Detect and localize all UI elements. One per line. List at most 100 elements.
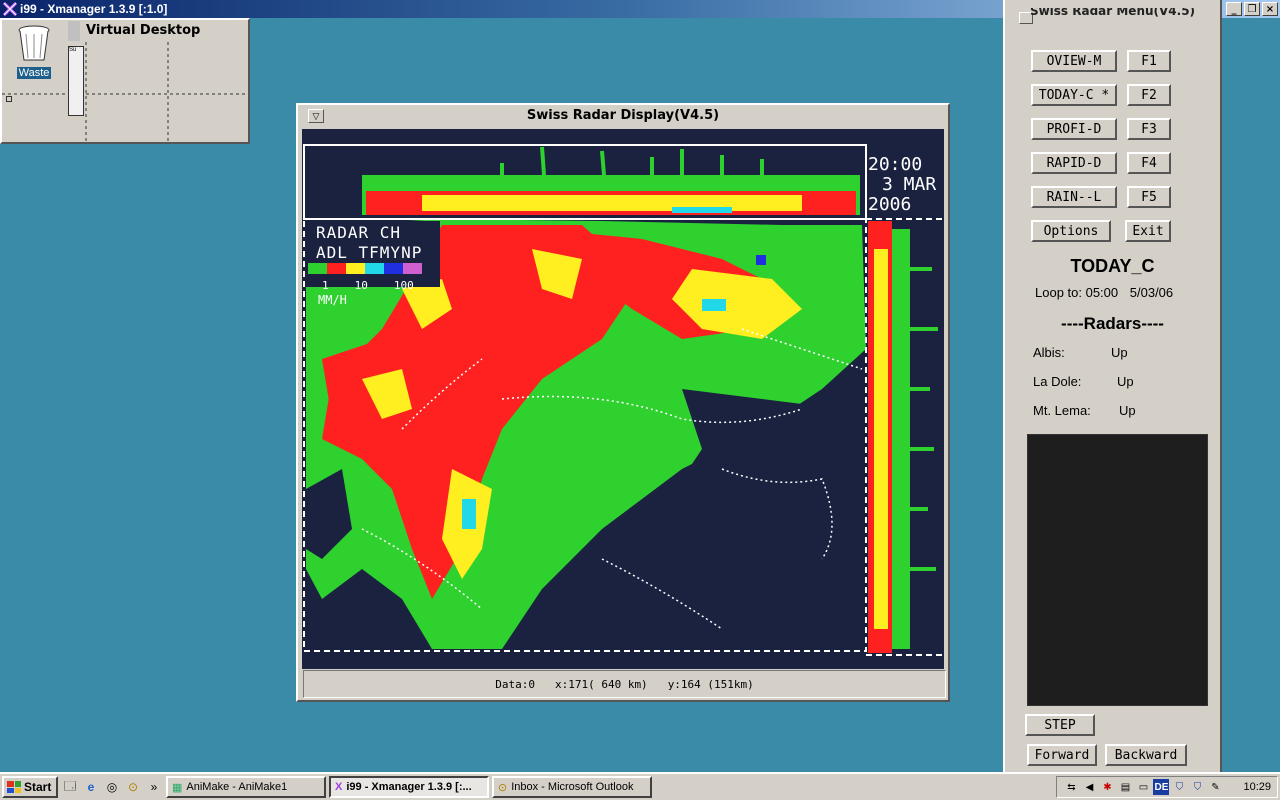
backward-button[interactable]: Backward [1105, 744, 1187, 766]
radar-time: 20:00 [868, 154, 923, 175]
radar-window-title: Swiss Radar Display(V4.5) [526, 108, 720, 123]
rain-l-button[interactable]: RAIN--L [1031, 186, 1117, 208]
animake-icon: ▦ [172, 781, 183, 794]
close-button[interactable]: × [1262, 2, 1278, 16]
system-tray: ⇆ ◀ ✱ ▤ ▭ DE ⛉ ⛉ ✎ 10:29 [1056, 776, 1278, 798]
task-label: i99 - Xmanager 1.3.9 [:... [346, 781, 472, 793]
tools-icon[interactable]: ✎ [1207, 779, 1223, 795]
status-x: x:171( 640 km) [554, 677, 648, 691]
menu-title: Swiss Radar Menu(V4.5) [1029, 8, 1196, 18]
precip-blue-spot [756, 255, 766, 265]
exit-button[interactable]: Exit [1125, 220, 1171, 242]
legend-swatch [384, 263, 403, 274]
radar-status: Up [1119, 403, 1136, 418]
precip-cyan-ne [702, 299, 726, 311]
radar-status-bar: Data:0 x:171( 640 km) y:164 (151km) [303, 670, 946, 698]
pager-square [6, 96, 12, 102]
radar-year: 2006 [868, 194, 912, 215]
legend-swatch [346, 263, 365, 274]
pager-window-thumb[interactable]: Su [68, 46, 84, 116]
radars-header: ----Radars---- [1061, 314, 1164, 333]
windows-logo-icon [7, 781, 21, 793]
waste-basket[interactable]: Waste [8, 22, 60, 84]
top-profile-yellow [422, 195, 802, 211]
legend-line2: ADL TFMYNP [316, 243, 423, 262]
loop-info: Loop to: 05:00 5/03/06 [1035, 285, 1173, 300]
legend-scale-1: 1 [322, 279, 329, 292]
printer-icon[interactable]: ▤ [1117, 779, 1133, 795]
radar-row-mt-lema: Mt. Lema: Up [1033, 403, 1136, 418]
radar-status: Up [1111, 345, 1128, 360]
precip-cyan-s [462, 499, 476, 529]
ie-icon[interactable]: e [82, 778, 100, 796]
right-profile-green [892, 229, 910, 649]
loop-date: 5/03/06 [1129, 285, 1174, 300]
legend-swatch [403, 263, 422, 274]
taskbar: Start 🗔 e ◎ ⊙ » ▦ AniMake - AniMake1 X i… [0, 772, 1280, 800]
top-profile-spikes [500, 146, 764, 176]
radar-date: 3 MAR [882, 174, 937, 195]
globe-icon[interactable]: ◎ [103, 778, 121, 796]
legend-swatch [308, 263, 327, 274]
clock: 10:29 [1243, 781, 1271, 793]
language-indicator[interactable]: DE [1153, 779, 1170, 795]
antivirus-icon[interactable]: ✱ [1099, 779, 1115, 795]
legend-scale: 1 10 100 [322, 279, 422, 292]
forward-button[interactable]: Forward [1027, 744, 1097, 766]
radar-name: Mt. Lema: [1033, 403, 1091, 418]
restore-button[interactable]: ❐ [1244, 2, 1260, 16]
radar-status: Up [1117, 374, 1134, 389]
legend-scale-10: 10 [354, 279, 368, 292]
shield-icon[interactable]: ⛉ [1189, 779, 1205, 795]
radar-menu-panel[interactable]: Swiss Radar Menu(V4.5) OVIEW-M F1 TODAY-… [1003, 0, 1222, 772]
legend-swatches [308, 263, 422, 274]
task-xmanager[interactable]: X i99 - Xmanager 1.3.9 [:... [329, 776, 489, 798]
radar-image[interactable]: 20:00 3 MAR 2006 RADAR CH ADL TFMYNP 1 1… [302, 129, 944, 669]
outlook-icon: ⊙ [498, 781, 508, 794]
minimize-button[interactable]: _ [1226, 2, 1242, 16]
today-c-button[interactable]: TODAY-C * [1031, 84, 1117, 106]
oview-m-button[interactable]: OVIEW-M [1031, 50, 1117, 72]
legend-line1: RADAR CH [316, 223, 402, 242]
radar-row-albis: Albis: Up [1033, 345, 1128, 360]
legend-swatch [327, 263, 346, 274]
status-y: y:164 (151km) [667, 677, 754, 691]
f4-button[interactable]: F4 [1127, 152, 1171, 174]
legend-unit: MM/H [318, 293, 347, 307]
task-label: Inbox - Microsoft Outlook [511, 781, 634, 793]
outlook-icon[interactable]: ⊙ [124, 778, 142, 796]
current-mode: TODAY_C [1070, 256, 1155, 276]
trash-icon [18, 25, 50, 61]
f1-button[interactable]: F1 [1127, 50, 1171, 72]
radar-display-window[interactable]: ▽ Swiss Radar Display(V4.5) 20:00 3 MAR … [296, 103, 950, 702]
profi-d-button[interactable]: PROFI-D [1031, 118, 1117, 140]
radar-timestamp: 20:00 3 MAR 2006 [868, 155, 936, 215]
xmanager-icon: X [335, 781, 343, 793]
monitor-icon[interactable]: ▭ [1135, 779, 1151, 795]
show-desktop-icon[interactable]: 🗔 [61, 778, 79, 796]
x-logo-icon [2, 1, 18, 17]
step-button[interactable]: STEP [1025, 714, 1095, 736]
task-label: AniMake - AniMake1 [186, 781, 288, 793]
pager-thumb-label: Su [69, 47, 77, 53]
task-animake[interactable]: ▦ AniMake - AniMake1 [166, 776, 326, 798]
f3-button[interactable]: F3 [1127, 118, 1171, 140]
radar-name: La Dole: [1033, 374, 1082, 389]
quicklaunch-more[interactable]: » [145, 778, 163, 796]
top-profile-cyan [672, 207, 732, 213]
network-icon[interactable]: ⇆ [1063, 779, 1079, 795]
virtual-desktop-title: Virtual Desktop [86, 23, 201, 38]
legend-swatch [365, 263, 384, 274]
task-outlook[interactable]: ⊙ Inbox - Microsoft Outlook [492, 776, 652, 798]
right-profile-yellow [874, 249, 888, 629]
shield-icon[interactable]: ⛉ [1171, 779, 1187, 795]
preview-area [1027, 434, 1208, 706]
rapid-d-button[interactable]: RAPID-D [1031, 152, 1117, 174]
f5-button[interactable]: F5 [1127, 186, 1171, 208]
right-profile-spikes [910, 267, 938, 571]
volume-icon[interactable]: ◀ [1081, 779, 1097, 795]
options-button[interactable]: Options [1031, 220, 1111, 242]
legend-text: RADAR CH ADL TFMYNP [316, 223, 422, 263]
f2-button[interactable]: F2 [1127, 84, 1171, 106]
start-button[interactable]: Start [2, 776, 58, 798]
